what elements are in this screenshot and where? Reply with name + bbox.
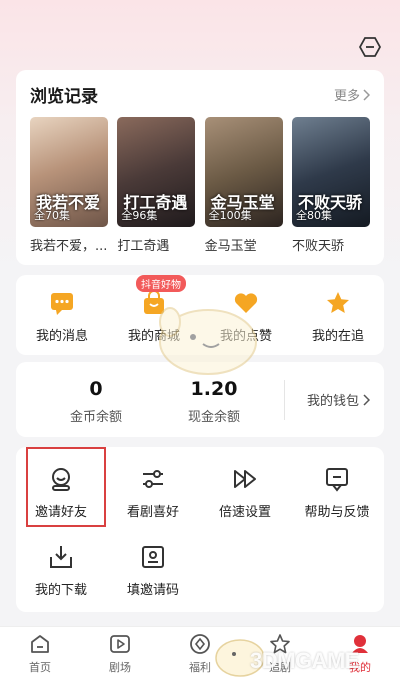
coin-label: 金币余额 [69, 410, 122, 425]
poster-title: 金马玉堂 [204, 239, 257, 254]
coin-balance[interactable]: 0 金币余额 [56, 378, 136, 425]
enter-invite-code-button[interactable]: 填邀请码 [108, 543, 198, 598]
playback-speed-icon [234, 470, 256, 488]
history-item[interactable]: 打工奇遇 全96集 打工奇遇 [117, 117, 196, 254]
hexagon-icon [359, 37, 381, 57]
my-wallet-link[interactable]: 我的钱包 [307, 390, 370, 409]
history-more-link[interactable]: 更多 [334, 85, 370, 104]
cash-balance[interactable]: 1.20 现金余额 [174, 378, 254, 425]
coin-value: 0 [89, 378, 103, 400]
tab-theater[interactable]: 剧场 [90, 627, 150, 686]
history-list: 我若不爱 全70集 我若不爱，... 打工奇遇 全96集 打工奇遇 金马玉堂 全… [30, 117, 370, 254]
history-title: 浏览记录 [30, 87, 98, 107]
top-bar [0, 0, 400, 70]
chevron-right-icon [363, 393, 370, 406]
episode-badge: 全70集 [34, 209, 70, 222]
quick-label: 我的在追 [311, 329, 364, 344]
tool-label: 帮助与反馈 [304, 505, 370, 520]
more-label: 更多 [333, 89, 360, 104]
home-icon [31, 635, 49, 653]
my-following-button[interactable]: 我的在追 [298, 289, 378, 344]
tool-label: 倍速设置 [218, 505, 271, 520]
message-icon [51, 293, 73, 315]
settings-hex-button[interactable] [355, 32, 385, 62]
playback-speed-button[interactable]: 倍速设置 [200, 465, 290, 520]
history-item[interactable]: 金马玉堂 全100集 金马玉堂 [204, 117, 283, 254]
poster-title: 打工奇遇 [117, 239, 170, 254]
invite-code-icon [142, 546, 164, 568]
mascot-watermark-icon [159, 307, 257, 375]
help-feedback-icon [326, 468, 348, 492]
preferences-icon [143, 470, 163, 488]
tab-label: 福利 [189, 661, 211, 674]
welfare-icon [190, 634, 210, 654]
tab-label: 首页 [29, 661, 51, 674]
quick-label: 我的消息 [35, 329, 88, 344]
viewing-preferences-button[interactable]: 看剧喜好 [108, 465, 198, 520]
poster-image: 不败天骄 全80集 [291, 117, 370, 227]
my-downloads-button[interactable]: 我的下载 [16, 543, 106, 598]
tool-label: 我的下载 [34, 583, 87, 598]
poster-image: 打工奇遇 全96集 [117, 117, 196, 227]
chevron-right-icon [363, 88, 370, 101]
star-icon [327, 292, 349, 313]
episode-badge: 全100集 [208, 209, 252, 222]
tab-label: 剧场 [109, 661, 131, 674]
poster-title: 不败天骄 [291, 239, 344, 254]
shop-tag-badge: 抖音好物 [136, 275, 186, 292]
cash-label: 现金余额 [187, 410, 240, 425]
tool-label: 看剧喜好 [126, 505, 179, 520]
episode-badge: 全96集 [121, 209, 158, 222]
invite-highlight-box [26, 447, 106, 527]
wallet-divider [284, 380, 285, 420]
poster-image: 我若不爱 全70集 [30, 117, 108, 227]
episode-badge: 全80集 [295, 209, 332, 222]
theater-icon [110, 635, 130, 653]
history-item[interactable]: 不败天骄 全80集 不败天骄 [291, 117, 370, 254]
tool-label: 填邀请码 [126, 583, 179, 598]
wallet-link-label: 我的钱包 [306, 394, 359, 409]
download-icon [50, 546, 72, 568]
browse-history-card: 浏览记录 更多 我若不爱 全70集 我若不爱，... 打工奇遇 全96集 打工奇… [16, 70, 384, 265]
help-feedback-button[interactable]: 帮助与反馈 [292, 465, 382, 520]
poster-image: 金马玉堂 全100集 [204, 117, 283, 227]
history-item[interactable]: 我若不爱 全70集 我若不爱，... [30, 117, 108, 254]
my-messages-button[interactable]: 我的消息 [22, 289, 102, 344]
tab-home[interactable]: 首页 [10, 627, 70, 686]
watermark-text: 3DMGAME [250, 648, 359, 673]
poster-title: 我若不爱，... [30, 239, 108, 254]
